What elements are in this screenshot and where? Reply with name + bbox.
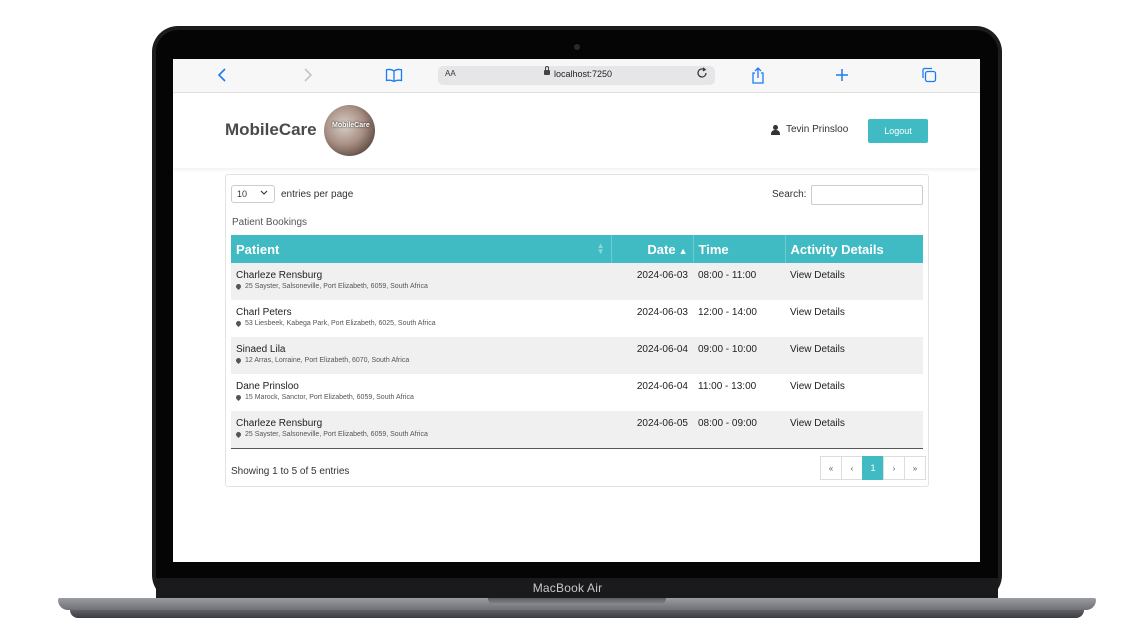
user-icon — [771, 124, 780, 135]
screen: AA localhost:7250 MobileCare MobileCare … — [173, 59, 980, 562]
bookings-table: Patient ▲ ▼ Date ▲ Time Activity Details C… — [231, 235, 923, 449]
chevron-down-icon — [260, 189, 268, 198]
address-text: 25 Sayster, Salsoneville, Port Elizabeth… — [245, 431, 428, 438]
table-row: Dane Prinsloo 15 Marock, Sanctor, Port El… — [231, 374, 923, 411]
date-cell: 2024-06-05 — [636, 418, 688, 429]
last-page-button[interactable]: » — [904, 456, 926, 480]
view-details-link[interactable]: View Details — [785, 337, 923, 374]
patient-cell: Charleze Rensburg 25 Sayster, Salsonevill… — [231, 411, 611, 448]
search-input[interactable] — [811, 185, 923, 205]
map-pin-icon — [234, 356, 243, 365]
patient-name: Charleze Rensburg — [236, 418, 323, 429]
entries-per-page-label: entries per page — [281, 189, 354, 200]
next-page-button[interactable]: › — [883, 456, 905, 480]
time-cell: 11:00 - 13:00 — [698, 381, 757, 392]
time-cell: 08:00 - 09:00 — [698, 418, 757, 429]
url-text: localhost:7250 — [554, 69, 613, 79]
view-details-link[interactable]: View Details — [785, 374, 923, 411]
patient-name: Dane Prinsloo — [236, 381, 299, 392]
search-label: Search: — [772, 189, 807, 200]
patient-name: Charl Peters — [236, 307, 292, 318]
column-header-date[interactable]: Date ▲ — [611, 235, 694, 263]
device-model-label: MacBook Air — [532, 581, 603, 595]
patient-cell: Charleze Rensburg 25 Sayster, Salsonevill… — [231, 263, 611, 300]
pagination: « ‹ 1 › » — [820, 456, 926, 480]
bookings-card: 10 entries per page Search: Patient Book… — [225, 174, 929, 487]
camera-dot — [574, 44, 580, 50]
map-pin-icon — [234, 319, 243, 328]
address-bar[interactable]: AA localhost:7250 — [438, 66, 715, 85]
book-icon[interactable] — [385, 66, 403, 84]
patient-cell: Charl Peters 53 Liesbeek, Kabega Park, Po… — [231, 300, 611, 337]
patient-cell: Dane Prinsloo 15 Marock, Sanctor, Port El… — [231, 374, 611, 411]
column-header-activity-details[interactable]: Activity Details — [785, 235, 923, 263]
sort-both-icon: ▲ ▼ — [596, 241, 605, 256]
share-icon[interactable] — [751, 66, 765, 84]
table-info: Showing 1 to 5 of 5 entries — [231, 466, 350, 477]
table-row: Sinaed Lila 12 Arras, Lorraine, Port Eliz… — [231, 337, 923, 374]
patient-address: 25 Sayster, Salsoneville, Port Elizabeth… — [234, 282, 606, 291]
chevron-right-icon[interactable] — [303, 66, 313, 84]
laptop-notch — [488, 598, 666, 605]
sort-ascending-icon: ▲ — [678, 245, 688, 256]
map-pin-icon — [234, 282, 243, 291]
plus-icon[interactable] — [835, 66, 849, 84]
app-header: MobileCare MobileCare Tevin Prinsloo Log… — [173, 93, 980, 168]
patient-address: 12 Arras, Lorraine, Port Elizabeth, 6070… — [234, 356, 606, 365]
patient-address: 25 Sayster, Salsoneville, Port Elizabeth… — [234, 430, 606, 439]
logo-text: MobileCare — [332, 122, 370, 129]
address-text: 15 Marock, Sanctor, Port Elizabeth, 6059… — [245, 394, 414, 401]
current-user: Tevin Prinsloo — [771, 124, 848, 135]
table-header-row: Patient ▲ ▼ Date ▲ Time Activity Details — [231, 235, 923, 263]
brand-logo: MobileCare — [324, 105, 375, 156]
table-row: Charleze Rensburg 25 Sayster, Salsonevill… — [231, 411, 923, 448]
view-details-link[interactable]: View Details — [785, 411, 923, 448]
time-cell: 08:00 - 11:00 — [698, 270, 757, 281]
table-row: Charl Peters 53 Liesbeek, Kabega Park, Po… — [231, 300, 923, 337]
laptop-base-bottom — [70, 610, 1084, 618]
view-details-link[interactable]: View Details — [785, 263, 923, 300]
page-length-select[interactable]: 10 — [231, 185, 275, 203]
page-length-value: 10 — [237, 189, 248, 199]
table-row: Charleze Rensburg 25 Sayster, Salsonevill… — [231, 263, 923, 300]
patient-address: 15 Marock, Sanctor, Port Elizabeth, 6059… — [234, 393, 606, 402]
patient-name: Sinaed Lila — [236, 344, 286, 355]
date-cell: 2024-06-03 — [636, 307, 688, 318]
logout-button[interactable]: Logout — [868, 119, 928, 143]
address-text: 25 Sayster, Salsoneville, Port Elizabeth… — [245, 283, 428, 290]
date-cell: 2024-06-04 — [636, 381, 688, 392]
reader-toggle[interactable]: AA — [445, 69, 456, 78]
tabs-icon[interactable] — [921, 66, 937, 84]
column-header-time[interactable]: Time — [693, 235, 786, 263]
time-cell: 12:00 - 14:00 — [698, 307, 757, 318]
patient-name: Charleze Rensburg — [236, 270, 323, 281]
date-cell: 2024-06-03 — [636, 270, 688, 281]
brand-name[interactable]: MobileCare — [225, 120, 317, 140]
date-cell: 2024-06-04 — [636, 344, 688, 355]
chevron-left-icon[interactable] — [217, 66, 227, 84]
lock-icon — [544, 66, 550, 75]
current-page-button[interactable]: 1 — [862, 456, 884, 480]
patient-address: 53 Liesbeek, Kabega Park, Port Elizabeth… — [234, 319, 606, 328]
column-header-patient[interactable]: Patient ▲ ▼ — [231, 235, 612, 263]
address-text: 53 Liesbeek, Kabega Park, Port Elizabeth… — [245, 320, 436, 327]
map-pin-icon — [234, 393, 243, 402]
previous-page-button[interactable]: ‹ — [841, 456, 863, 480]
table-caption: Patient Bookings — [232, 217, 308, 228]
time-cell: 09:00 - 10:00 — [698, 344, 757, 355]
user-name: Tevin Prinsloo — [786, 124, 849, 135]
first-page-button[interactable]: « — [820, 456, 842, 480]
patient-cell: Sinaed Lila 12 Arras, Lorraine, Port Eliz… — [231, 337, 611, 374]
reload-icon[interactable] — [696, 67, 708, 82]
address-text: 12 Arras, Lorraine, Port Elizabeth, 6070… — [245, 357, 410, 364]
map-pin-icon — [234, 430, 243, 439]
browser-toolbar: AA localhost:7250 — [173, 59, 980, 93]
view-details-link[interactable]: View Details — [785, 300, 923, 337]
